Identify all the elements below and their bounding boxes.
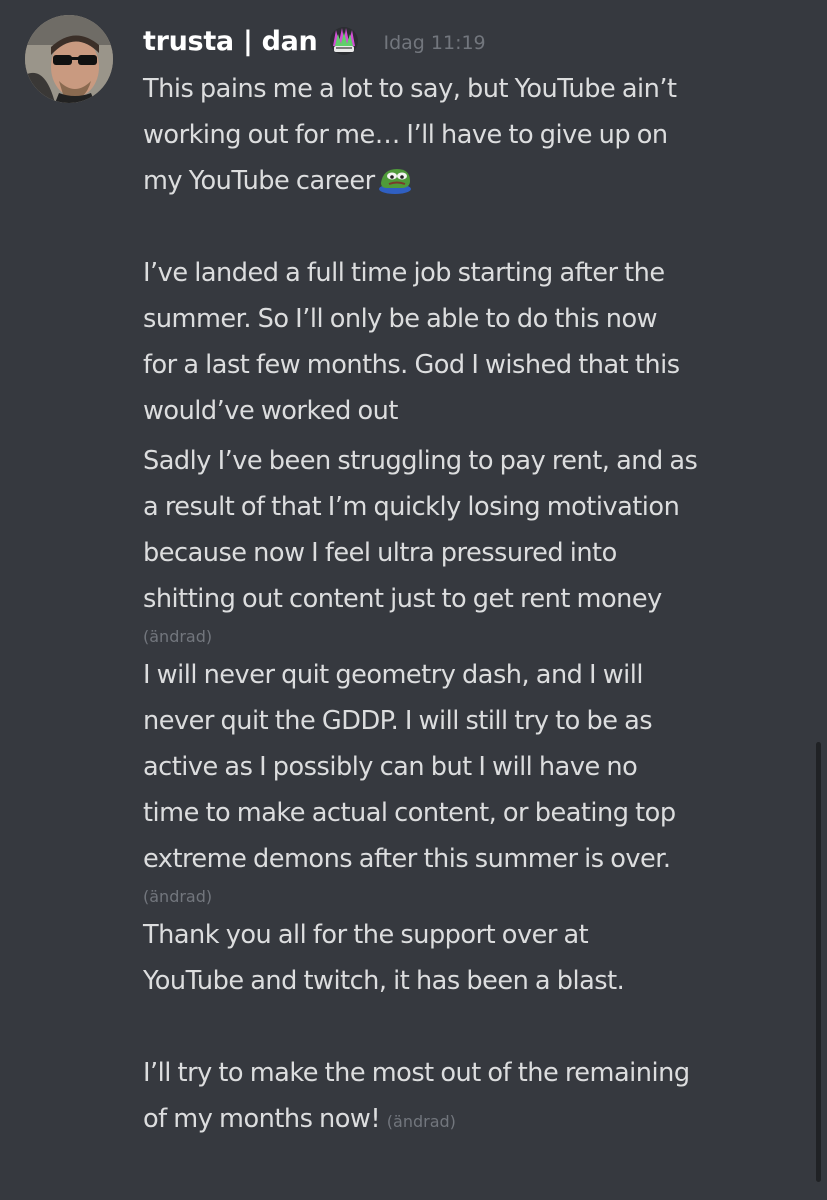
message-line: never quit the GDDP. I will still try to… — [143, 706, 653, 736]
message-line: I’ll try to make the most out of the rem… — [143, 1058, 690, 1088]
message-line: for a last few months. God I wished that… — [143, 350, 680, 380]
avatar-photo — [25, 15, 113, 103]
message-line: of my months now! (ändrad) — [143, 1096, 803, 1145]
message-paragraph: I will never quit geometry dash, and I w… — [143, 652, 803, 912]
message-line: because now I feel ultra pressured into — [143, 538, 617, 568]
message-paragraph: I’ve landed a full time job starting aft… — [143, 250, 803, 434]
edited-label: (ändrad) — [143, 627, 213, 646]
message-line: working out for me… I’ll have to give up… — [143, 120, 668, 150]
message-paragraph: Sadly I’ve been struggling to pay rent, … — [143, 438, 803, 652]
edited-label: (ändrad) — [386, 1112, 456, 1131]
message-line: extreme demons after this summer is over… — [143, 844, 671, 874]
message-line: would’ve worked out — [143, 396, 398, 426]
message-line: a result of that I’m quickly losing moti… — [143, 492, 680, 522]
message-line: active as I possibly can but I will have… — [143, 752, 638, 782]
message-line: time to make actual content, or beating … — [143, 798, 676, 828]
message-text: my YouTube career — [143, 166, 375, 196]
message-line: This pains me a lot to say, but YouTube … — [143, 74, 677, 104]
message-paragraph: I’ll try to make the most out of the rem… — [143, 1050, 803, 1145]
message-paragraph: This pains me a lot to say, but YouTube … — [143, 66, 803, 204]
message-line: Sadly I’ve been struggling to pay rent, … — [143, 446, 698, 476]
message-content: This pains me a lot to say, but YouTube … — [143, 66, 803, 1145]
edited-label: (ändrad) — [143, 887, 213, 906]
scrollbar-thumb[interactable] — [816, 742, 821, 1182]
username[interactable]: trusta | dan — [143, 26, 318, 57]
message-line: YouTube and twitch, it has been a blast. — [143, 966, 625, 996]
message-line: I will never quit geometry dash, and I w… — [143, 660, 644, 690]
message-line: I’ve landed a full time job starting aft… — [143, 258, 665, 288]
message-line: shitting out content just to get rent mo… — [143, 584, 662, 614]
message-line: Thank you all for the support over at — [143, 920, 589, 950]
message-line: summer. So I’ll only be able to do this … — [143, 304, 658, 334]
message-header: trusta | dan Idag 11:19 — [143, 19, 486, 63]
timestamp: Idag 11:19 — [383, 32, 486, 54]
avatar[interactable] — [25, 15, 113, 103]
message-text: of my months now! — [143, 1104, 381, 1134]
pepe-sad-emoji[interactable] — [377, 163, 413, 195]
hydra-badge-icon[interactable] — [327, 24, 361, 58]
message-line: my YouTube career — [143, 158, 803, 204]
message-paragraph: Thank you all for the support over at Yo… — [143, 912, 803, 1004]
